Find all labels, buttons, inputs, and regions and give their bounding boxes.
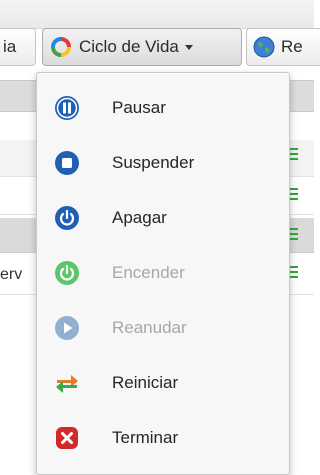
toolbar-next-label: Re [281,37,303,56]
table-cell-partial: erv [0,266,23,283]
chevron-down-icon [184,44,193,50]
menu-item-label: Reiniciar [112,373,179,392]
power-icon [55,206,79,230]
toolbar-prev-label: ia [3,37,17,56]
menu-item-terminar[interactable]: Terminar [37,411,289,465]
globe-icon [253,36,275,58]
menu-item-pausar[interactable]: Pausar [37,81,289,135]
status-bars-icon [290,188,298,203]
menu-item-encender: Encender [37,246,289,300]
menu-item-label: Terminar [112,428,179,447]
menu-item-apagar[interactable]: Apagar [37,191,289,245]
terminate-icon [56,427,78,449]
menu-item-label: Reanudar [112,318,187,337]
toolbar: ia Ciclo de Vida Re [0,26,320,68]
menu-item-label: Pausar [112,98,166,117]
stop-icon [55,151,79,175]
power-on-icon [55,261,79,285]
status-bars-icon [290,266,298,281]
top-strip [0,0,314,29]
restart-icon [56,375,78,393]
toolbar-next-button[interactable]: Re [246,28,320,66]
menu-item-suspender[interactable]: Suspender [37,136,289,190]
menu-item-label: Suspender [112,153,195,172]
status-bars-icon [290,228,298,243]
menu-item-reanudar: Reanudar [37,301,289,355]
toolbar-prev-button[interactable]: ia [0,28,36,66]
menu-item-label: Apagar [112,208,167,227]
play-icon [55,316,79,340]
lifecycle-dropdown-menu: Pausar Suspender Apagar Encender Reanuda… [36,72,290,475]
ciclo-de-vida-label: Ciclo de Vida [79,37,179,56]
ciclo-de-vida-button[interactable]: Ciclo de Vida [42,28,242,66]
lifecycle-icon [51,37,71,57]
pause-icon [55,96,79,120]
menu-item-label: Encender [112,263,185,282]
status-bars-icon [290,148,298,163]
menu-item-reiniciar[interactable]: Reiniciar [37,356,289,410]
